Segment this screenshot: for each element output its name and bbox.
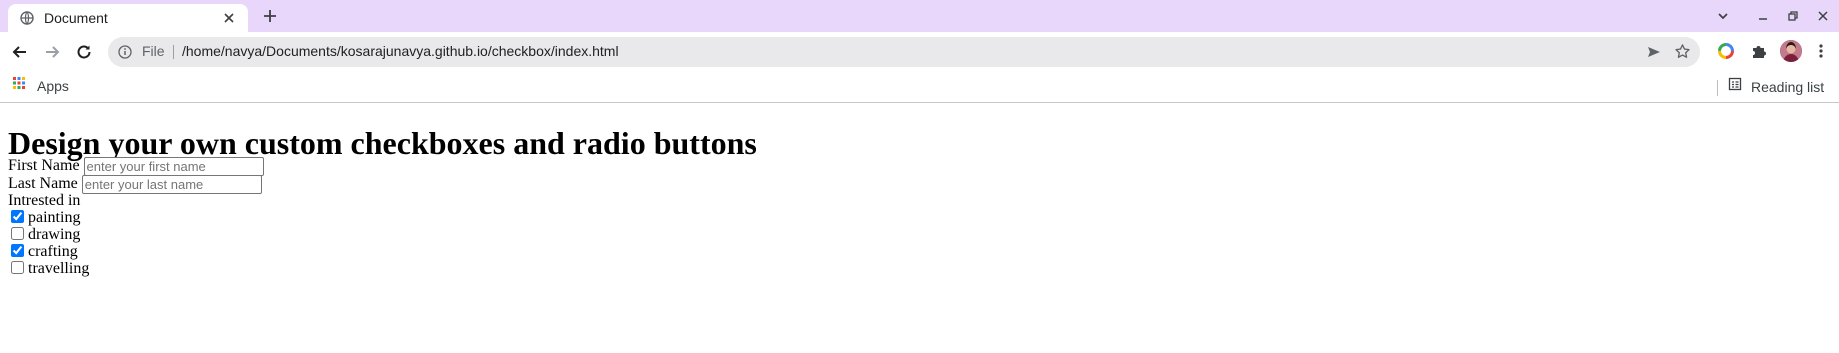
url-scheme: File xyxy=(142,43,165,59)
back-arrow-icon[interactable] xyxy=(11,43,29,66)
bookmarks-bar: Apps Reading list xyxy=(0,72,1839,103)
restore-icon[interactable] xyxy=(1786,9,1800,28)
reading-list-icon xyxy=(1728,77,1742,96)
tab-document[interactable]: Document xyxy=(8,4,248,32)
star-icon[interactable] xyxy=(1674,43,1691,65)
list-item: travelling xyxy=(8,260,89,278)
tab-strip: Document xyxy=(0,0,1839,32)
apps-label: Apps xyxy=(37,77,69,94)
reading-list-label: Reading list xyxy=(1751,78,1825,95)
checkbox-label-travelling: travelling xyxy=(28,260,90,277)
last-name-row: Last Name xyxy=(8,175,262,194)
first-name-row: First Name xyxy=(8,157,264,176)
url-text[interactable]: /home/navya/Documents/kosarajunavya.gith… xyxy=(182,43,619,59)
page-content: Design your own custom checkboxes and ra… xyxy=(8,103,1831,353)
close-icon[interactable] xyxy=(1816,9,1830,28)
checkbox-painting[interactable] xyxy=(11,210,24,223)
reload-icon[interactable] xyxy=(75,43,93,66)
color-ring-icon[interactable] xyxy=(1717,42,1735,65)
interests-heading: Intrested in xyxy=(8,192,81,209)
apps-grid-icon xyxy=(12,76,26,95)
checkbox-travelling[interactable] xyxy=(11,261,24,274)
checkbox-drawing[interactable] xyxy=(11,227,24,240)
address-bar[interactable]: File /home/navya/Documents/kosarajunavya… xyxy=(108,37,1700,67)
last-name-label: Last Name xyxy=(8,175,78,193)
info-icon[interactable] xyxy=(118,45,132,64)
first-name-label: First Name xyxy=(8,157,80,175)
list-item: drawing xyxy=(8,226,80,244)
reading-list-button[interactable]: Reading list xyxy=(1728,77,1824,96)
first-name-input[interactable] xyxy=(83,157,264,176)
minimize-icon[interactable] xyxy=(1756,9,1770,28)
chevron-down-icon[interactable] xyxy=(1716,9,1730,28)
toolbar: File /home/navya/Documents/kosarajunavya… xyxy=(0,32,1839,72)
bookmarks-divider xyxy=(1717,80,1718,96)
puzzle-icon[interactable] xyxy=(1750,42,1768,65)
checkbox-label-crafting: crafting xyxy=(28,243,78,260)
last-name-input[interactable] xyxy=(81,175,262,194)
apps-bookmark[interactable]: Apps xyxy=(12,76,69,95)
more-vert-icon[interactable] xyxy=(1818,43,1824,64)
globe-icon xyxy=(20,11,34,30)
close-icon[interactable] xyxy=(222,11,236,30)
tab-title: Document xyxy=(44,10,108,26)
checkbox-label-painting: painting xyxy=(28,209,81,226)
send-icon[interactable] xyxy=(1646,44,1662,65)
plus-icon[interactable] xyxy=(262,8,278,29)
forward-arrow-icon[interactable] xyxy=(43,43,61,66)
checkbox-label-drawing: drawing xyxy=(28,226,81,243)
scheme-divider xyxy=(173,45,174,59)
list-item: painting xyxy=(8,209,80,227)
list-item: crafting xyxy=(8,243,78,261)
avatar[interactable] xyxy=(1780,40,1802,62)
checkbox-crafting[interactable] xyxy=(11,244,24,257)
